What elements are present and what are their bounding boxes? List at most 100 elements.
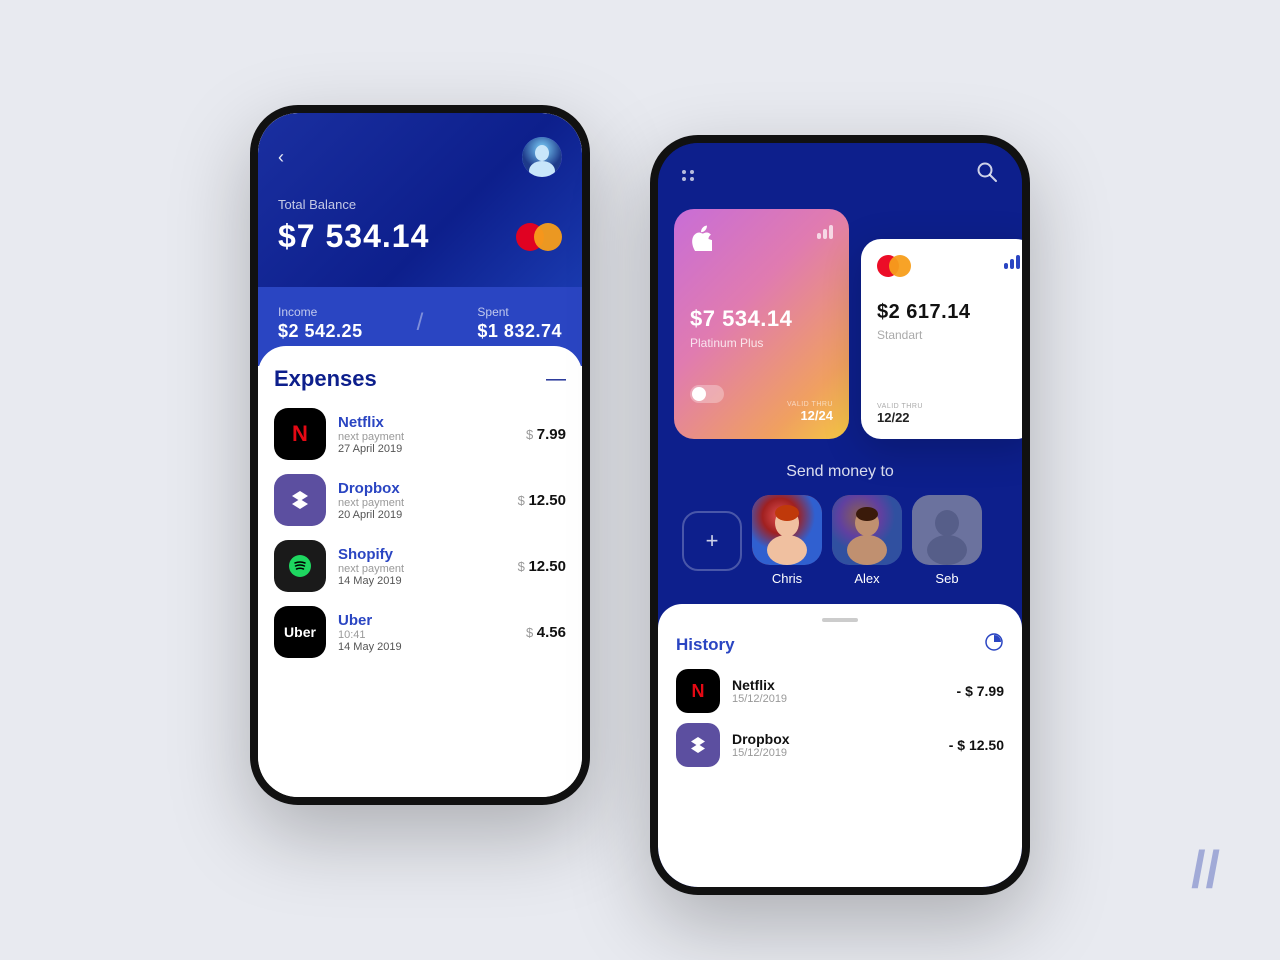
- spent-label: Spent: [477, 305, 508, 319]
- p2-cards: $7 534.14 Platinum Plus VALID THRU 12/24: [658, 199, 1022, 449]
- stat-divider: /: [417, 309, 424, 337]
- expense-info: Netflix next payment 27 April 2019: [338, 414, 514, 455]
- back-button[interactable]: ‹: [278, 147, 284, 168]
- history-title: History: [676, 635, 735, 655]
- expense-name: Netflix: [338, 414, 514, 431]
- spent-stat: Spent $1 832.74: [477, 303, 562, 342]
- card-signal-icon: [1004, 255, 1020, 269]
- card-amount: $2 617.14: [877, 301, 1020, 324]
- history-item2[interactable]: Dropbox 15/12/2019 - $ 12.50: [676, 723, 1004, 767]
- balance-amount: $7 534.14: [278, 218, 429, 255]
- expense-amount: $ 12.50: [518, 558, 566, 575]
- expense-dropbox[interactable]: Dropbox next payment 20 April 2019 $ 12.…: [274, 474, 566, 526]
- dropbox-icon: [274, 474, 326, 526]
- history-netflix[interactable]: N Netflix 15/12/2019 - $ 7.99: [676, 669, 1004, 713]
- contact-seb[interactable]: Seb: [912, 495, 982, 586]
- p2-history: History N Netflix 15/12: [658, 604, 1022, 887]
- balance-label: Total Balance: [278, 197, 562, 212]
- phone-2-inner: $7 534.14 Platinum Plus VALID THRU 12/24: [658, 143, 1022, 887]
- phone-1: ‹: [250, 105, 590, 805]
- phone-1-inner: ‹: [258, 113, 582, 797]
- expense-label: next payment: [338, 563, 506, 575]
- chris-avatar: [752, 495, 822, 565]
- history-name: Dropbox: [732, 731, 937, 747]
- expense-name: Shopify: [338, 546, 506, 563]
- history-date: 15/12/2019: [732, 693, 945, 705]
- valid-date-dark: 12/22: [877, 410, 923, 425]
- expense-uber[interactable]: Uber Uber 10:41 14 May 2019 $ 4.56: [274, 606, 566, 658]
- history-date: 15/12/2019: [732, 747, 937, 759]
- brand-slash: //: [1191, 840, 1220, 900]
- apple-logo: [690, 225, 833, 256]
- balance-row: $7 534.14: [278, 218, 562, 255]
- phones-container: ‹: [250, 65, 1030, 895]
- phone-2: $7 534.14 Platinum Plus VALID THRU 12/24: [650, 135, 1030, 895]
- alex-name: Alex: [854, 571, 879, 586]
- card-type: Standart: [877, 328, 1020, 342]
- expense-name: Dropbox: [338, 480, 506, 497]
- expense-info: Uber 10:41 14 May 2019: [338, 612, 514, 653]
- send-money-title: Send money to: [682, 463, 998, 481]
- drag-handle: [822, 618, 858, 622]
- chart-icon[interactable]: [984, 632, 1004, 657]
- history-header: History: [676, 632, 1004, 657]
- valid-date: 12/24: [787, 408, 833, 423]
- expense-amount: $ 7.99: [526, 426, 566, 443]
- card-amount: $7 534.14: [690, 306, 833, 332]
- history-name: Netflix: [732, 677, 945, 693]
- apple-card[interactable]: $7 534.14 Platinum Plus VALID THRU 12/24: [674, 209, 849, 439]
- card-type: Platinum Plus: [690, 336, 833, 350]
- contact-alex[interactable]: Alex: [832, 495, 902, 586]
- netflix-history-icon: N: [676, 669, 720, 713]
- app-container: ‹: [0, 0, 1280, 960]
- dropbox-history-icon: [676, 723, 720, 767]
- chris-name: Chris: [772, 571, 802, 586]
- expense-date: 14 May 2019: [338, 575, 506, 587]
- history-info: Netflix 15/12/2019: [732, 677, 945, 705]
- history-info: Dropbox 15/12/2019: [732, 731, 937, 759]
- expense-label: next payment: [338, 431, 514, 443]
- expense-date: 27 April 2019: [338, 443, 514, 455]
- menu-dots-icon[interactable]: [682, 170, 694, 181]
- income-amount: $2 542.25: [278, 321, 363, 342]
- add-contact-button[interactable]: +: [682, 511, 742, 571]
- mastercard-logo: [877, 255, 1020, 277]
- send-list: +: [682, 495, 998, 586]
- expense-shopify[interactable]: Shopify next payment 14 May 2019 $ 12.50: [274, 540, 566, 592]
- card-valid-section-dark: VALID THRU 12/22: [877, 403, 923, 425]
- expense-date: 14 May 2019: [338, 641, 514, 653]
- expenses-header: Expenses —: [274, 366, 566, 392]
- uber-icon: Uber: [274, 606, 326, 658]
- expense-info: Dropbox next payment 20 April 2019: [338, 480, 506, 521]
- spotify-icon: [274, 540, 326, 592]
- valid-label: VALID THRU: [787, 401, 833, 408]
- expenses-menu-icon[interactable]: —: [546, 368, 566, 391]
- avatar[interactable]: [522, 137, 562, 177]
- expense-info: Shopify next payment 14 May 2019: [338, 546, 506, 587]
- valid-label-dark: VALID THRU: [877, 403, 923, 410]
- income-label: Income: [278, 305, 317, 319]
- card-toggle[interactable]: [690, 385, 724, 403]
- income-spent: Income $2 542.25 / Spent $1 832.74: [278, 303, 562, 342]
- expense-date: 20 April 2019: [338, 509, 506, 521]
- search-button[interactable]: [976, 161, 998, 189]
- expense-label: next payment: [338, 497, 506, 509]
- contact-chris[interactable]: Chris: [752, 495, 822, 586]
- expense-amount: $ 12.50: [518, 492, 566, 509]
- expense-label: 10:41: [338, 629, 514, 641]
- card-signal-icon: [817, 225, 833, 239]
- expense-netflix[interactable]: N Netflix next payment 27 April 2019 $ 7…: [274, 408, 566, 460]
- card-valid-section: VALID THRU 12/24: [787, 401, 833, 423]
- history-amount: - $ 7.99: [957, 683, 1004, 699]
- p1-header-top: ‹: [278, 137, 562, 177]
- expense-amount: $ 4.56: [526, 624, 566, 641]
- seb-avatar: [912, 495, 982, 565]
- p2-send: Send money to +: [658, 449, 1022, 596]
- seb-name: Seb: [935, 571, 958, 586]
- p2-header-bar: [658, 143, 1022, 199]
- p1-header: ‹: [258, 113, 582, 287]
- mastercard-card[interactable]: $2 617.14 Standart VALID THRU 12/22: [861, 239, 1022, 439]
- p1-body: Expenses — N Netflix next payment 27 Apr…: [258, 346, 582, 797]
- expenses-title: Expenses: [274, 366, 377, 392]
- spent-amount: $1 832.74: [477, 321, 562, 342]
